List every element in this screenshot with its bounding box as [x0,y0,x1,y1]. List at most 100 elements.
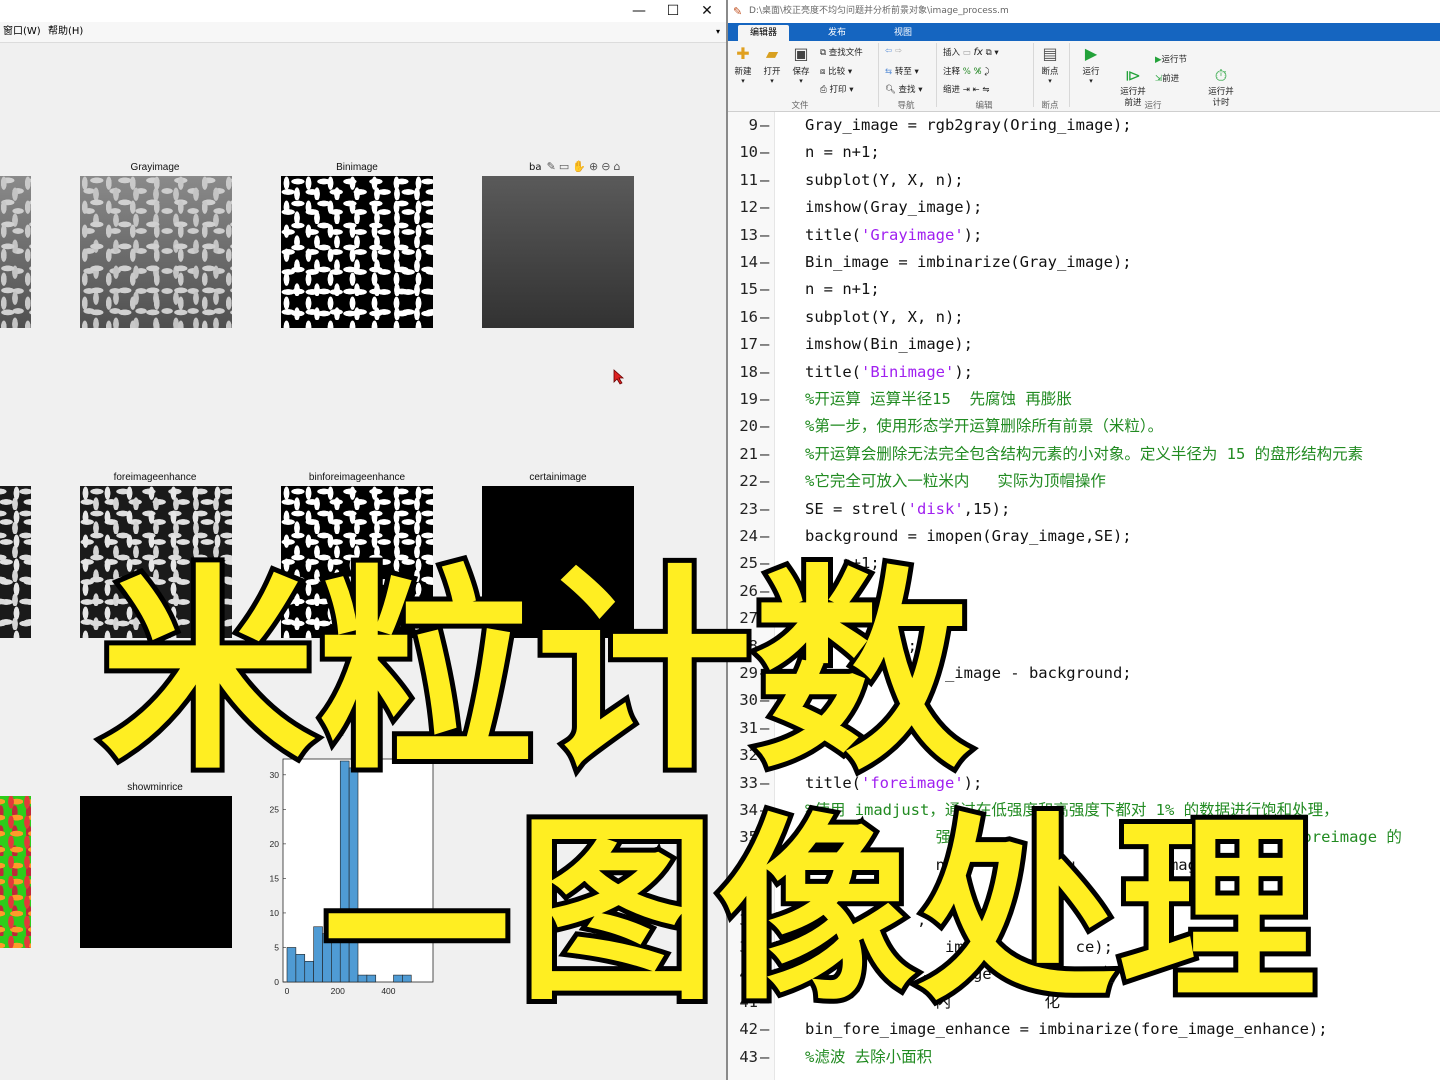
code-text[interactable]: %开运算 运算半径15 先腐蚀 再膨胀 [805,386,1072,413]
compare-button[interactable]: ⧈ 比较 ▾ [820,65,852,77]
breakpoint-marker[interactable]: — [760,304,769,331]
breakpoint-marker[interactable]: — [760,194,769,221]
print-button[interactable]: ⎙ 打印 ▾ [820,83,854,95]
breakpoint-marker[interactable]: — [760,167,769,194]
insert-section-icon[interactable]: ⧉ [986,48,992,58]
brush-icon[interactable]: ✎ [547,160,556,173]
code-line[interactable]: 43— %滤波 去除小面积 [728,1044,1440,1071]
new-button[interactable]: ✚ 新建 ▾ [732,45,754,86]
line-number[interactable]: 16 [728,304,758,331]
line-number[interactable]: 13 [728,222,758,249]
wrap-comment-icon[interactable]: ⤸ [984,67,989,77]
breakpoint-marker[interactable]: — [760,468,769,495]
find-button[interactable]: 🔍︎ 查找 ▾ [885,83,922,95]
comment-percent-icon[interactable]: % [963,67,971,77]
code-text[interactable]: SE = strel('disk',15); [805,496,1010,523]
close-button[interactable]: ✕ [690,2,724,20]
code-line[interactable]: 17— imshow(Bin_image); [728,331,1440,358]
line-number[interactable]: 23 [728,496,758,523]
increase-indent-icon[interactable]: ⇤ [973,85,980,95]
code-text[interactable]: subplot(Y, X, n); [805,167,964,194]
run-button[interactable]: ▶ 运行 ▾ [1078,45,1104,86]
breakpoint-marker[interactable]: — [760,441,769,468]
code-text[interactable]: Bin_image = imbinarize(Gray_image); [805,249,1132,276]
line-number[interactable]: 43 [728,1044,758,1071]
back-arrow-icon[interactable]: ⇦ [885,46,892,56]
menubar-arrow-icon[interactable]: ▾ [716,22,720,42]
datatip-icon[interactable]: ▭ [559,160,569,173]
code-line[interactable]: 9— Gray_image = rgb2gray(Oring_image); [728,112,1440,139]
tab-view[interactable]: 视图 [882,25,924,41]
code-text[interactable]: n = n+1; [805,276,880,303]
line-number[interactable]: 20 [728,413,758,440]
zoom-in-icon[interactable]: ⊕ [589,160,598,173]
code-line[interactable]: 24— background = imopen(Gray_image,SE); [728,523,1440,550]
smart-indent-icon[interactable]: ⇥ [963,85,970,95]
line-number[interactable]: 22 [728,468,758,495]
save-button[interactable]: ▣ 保存 ▾ [790,45,812,86]
code-text[interactable]: %开运算会删除无法完全包含结构元素的小对象。定义半径为 15 的盘形结构元素 [805,441,1363,468]
find-files-button[interactable]: ⧉ 查找文件 [820,46,863,58]
breakpoint-marker[interactable]: — [760,139,769,166]
breakpoint-marker[interactable]: — [760,386,769,413]
insert-button[interactable]: 插入 ▭ fx ⧉ ▾ [943,46,999,58]
breakpoint-marker[interactable]: — [760,496,769,523]
line-number[interactable]: 14 [728,249,758,276]
breakpoint-marker[interactable]: — [760,331,769,358]
code-text[interactable]: title('Binimage'); [805,359,973,386]
line-number[interactable]: 21 [728,441,758,468]
breakpoint-marker[interactable]: — [760,249,769,276]
forward-arrow-icon[interactable]: ⇨ [895,46,902,56]
line-number[interactable]: 19 [728,386,758,413]
breakpoint-marker[interactable]: — [760,413,769,440]
line-number[interactable]: 12 [728,194,758,221]
line-number[interactable]: 24 [728,523,758,550]
code-line[interactable]: 15— n = n+1; [728,276,1440,303]
fx-icon[interactable]: fx [973,47,982,58]
code-text[interactable]: n = n+1; [805,139,880,166]
tab-publish[interactable]: 发布 [816,25,858,41]
line-number[interactable]: 18 [728,359,758,386]
line-number[interactable]: 17 [728,331,758,358]
code-line[interactable]: 23— SE = strel('disk',15); [728,496,1440,523]
code-text[interactable]: %滤波 去除小面积 [805,1044,932,1071]
code-text[interactable]: imshow(Gray_image); [805,194,982,221]
open-button[interactable]: ▰ 打开 ▾ [761,45,783,86]
breakpoint-marker[interactable]: — [760,112,769,139]
code-text[interactable]: background = imopen(Gray_image,SE); [805,523,1132,550]
code-line[interactable]: 22— %它完全可放入一粒米内 实际为顶帽操作 [728,468,1440,495]
code-line[interactable]: 20— %第一步，使用形态学开运算删除所有前景（米粒）。 [728,413,1440,440]
code-line[interactable]: 12— imshow(Gray_image); [728,194,1440,221]
code-line[interactable]: 18— title('Binimage'); [728,359,1440,386]
decrease-indent-icon[interactable]: ⇋ [982,85,989,95]
run-section-button[interactable]: ▶运行节 [1155,53,1187,65]
code-text[interactable]: Gray_image = rgb2gray(Oring_image); [805,112,1132,139]
menu-window[interactable]: 窗口(W) [3,22,41,42]
code-text[interactable]: imshow(Bin_image); [805,331,973,358]
code-line[interactable]: 11— subplot(Y, X, n); [728,167,1440,194]
breakpoint-button[interactable]: ▤ 断点 ▾ [1038,45,1062,86]
code-line[interactable]: 21— %开运算会删除无法完全包含结构元素的小对象。定义半径为 15 的盘形结构元… [728,441,1440,468]
code-text[interactable]: subplot(Y, X, n); [805,304,964,331]
pan-icon[interactable]: ✋ [572,160,586,173]
minimize-button[interactable]: — [622,2,656,20]
run-time-button[interactable]: ⏱ 运行并 计时 [1204,45,1238,120]
breakpoint-marker[interactable]: — [760,359,769,386]
breakpoint-marker[interactable]: — [760,222,769,249]
code-text[interactable]: %第一步，使用形态学开运算删除所有前景（米粒）。 [805,413,1163,440]
breakpoint-marker[interactable]: — [760,523,769,550]
breakpoint-marker[interactable]: — [760,276,769,303]
line-number[interactable]: 15 [728,276,758,303]
line-number[interactable]: 10 [728,139,758,166]
code-line[interactable]: 14— Bin_image = imbinarize(Gray_image); [728,249,1440,276]
goto-button[interactable]: ⇆ 转至 ▾ [885,65,919,77]
nav-back-forward[interactable]: ⇦ ⇨ [885,46,902,56]
maximize-button[interactable]: ☐ [656,2,690,20]
code-line[interactable]: 16— subplot(Y, X, n); [728,304,1440,331]
line-number[interactable]: 9 [728,112,758,139]
code-text[interactable]: title('Grayimage'); [805,222,982,249]
line-number[interactable]: 11 [728,167,758,194]
indent-button[interactable]: 缩进 ⇥ ⇤ ⇋ [943,83,990,95]
comment-button[interactable]: 注释 % %̸ ⤸ [943,65,989,77]
code-line[interactable]: 19— %开运算 运算半径15 先腐蚀 再膨胀 [728,386,1440,413]
